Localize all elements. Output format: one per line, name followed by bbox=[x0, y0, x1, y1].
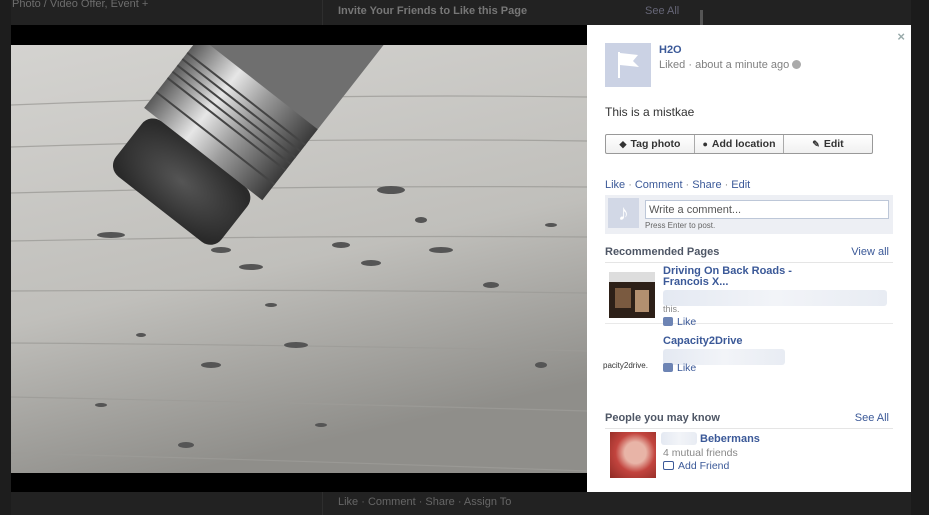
comment-input[interactable] bbox=[645, 200, 889, 219]
background-invite-title: Invite Your Friends to Like this Page bbox=[338, 5, 528, 17]
recommended-page-item: pacity2drive. Capacity2Drive Like bbox=[603, 331, 893, 391]
recommended-pages-header: Recommended Pages View all bbox=[605, 246, 893, 263]
recommended-page-item: Driving On Back Roads - Francois X... th… bbox=[605, 264, 893, 328]
music-note-icon: ♪ bbox=[608, 198, 639, 228]
recommended-pages-title: Recommended Pages bbox=[605, 246, 720, 258]
background-post-links: Like · Comment · Share · Assign To bbox=[338, 496, 512, 508]
photo-stage[interactable] bbox=[11, 25, 587, 492]
view-all-link[interactable]: View all bbox=[851, 246, 889, 258]
flag-icon bbox=[605, 43, 651, 87]
separator: · bbox=[628, 179, 632, 191]
add-friend-icon bbox=[663, 461, 674, 470]
edit-label: Edit bbox=[823, 138, 844, 150]
like-page-label: Like bbox=[677, 362, 697, 374]
photo-ufi-links: Like · Comment · Share · Edit bbox=[605, 179, 750, 191]
close-icon[interactable]: × bbox=[897, 29, 905, 44]
edit-link[interactable]: Edit bbox=[731, 179, 750, 191]
people-you-may-know-title: People you may know bbox=[605, 412, 720, 424]
edit-button[interactable]: ✎ Edit bbox=[784, 135, 872, 153]
separator: · bbox=[724, 179, 729, 191]
tag-photo-button[interactable]: ◆ Tag photo bbox=[606, 135, 695, 153]
album-cover-image bbox=[609, 272, 655, 318]
tag-photo-label: Tag photo bbox=[630, 138, 681, 150]
blurred-name bbox=[661, 432, 697, 445]
add-friend-label: Add Friend bbox=[678, 460, 730, 472]
like-page-label: Like bbox=[677, 316, 697, 328]
thumbnail-text: pacity2drive. bbox=[603, 361, 648, 370]
photo-owner: H2O Liked · about a minute ago bbox=[605, 43, 895, 89]
add-location-label: Add location bbox=[711, 138, 776, 150]
background-composer-tabs: Photo / Video Offer, Event + bbox=[12, 0, 149, 10]
background-left-strip bbox=[0, 0, 11, 515]
owner-name-link[interactable]: H2O bbox=[659, 44, 682, 56]
recommended-page-name[interactable]: Capacity2Drive bbox=[663, 336, 833, 347]
location-pin-icon: ● bbox=[702, 139, 708, 149]
thumbs-up-icon bbox=[663, 317, 673, 326]
thumbs-up-icon bbox=[663, 363, 673, 372]
photo-actions-bar: ◆ Tag photo ● Add location ✎ Edit bbox=[605, 134, 873, 154]
add-location-button[interactable]: ● Add location bbox=[695, 135, 784, 153]
photo-info-panel: × H2O Liked · about a minute ago This is… bbox=[587, 25, 911, 492]
background-right-strip bbox=[911, 0, 929, 515]
see-all-link[interactable]: See All bbox=[855, 412, 889, 424]
recommended-page-name[interactable]: Driving On Back Roads - Francois X... bbox=[663, 266, 833, 288]
share-link[interactable]: Share bbox=[692, 179, 721, 191]
comment-link[interactable]: Comment bbox=[635, 179, 683, 191]
person-name-link[interactable]: Bebermans bbox=[700, 433, 760, 445]
comment-hint: Press Enter to post. bbox=[645, 221, 716, 230]
photo-caption: This is a mistkae bbox=[605, 105, 695, 119]
like-page-button[interactable]: Like bbox=[663, 316, 696, 328]
page-flag-avatar[interactable] bbox=[605, 43, 651, 87]
recommended-page-snippet: this. bbox=[663, 304, 680, 314]
tag-icon: ◆ bbox=[619, 138, 627, 149]
people-you-may-know-header: People you may know See All bbox=[605, 412, 893, 429]
like-link[interactable]: Like bbox=[605, 179, 625, 191]
separator: · bbox=[685, 179, 690, 191]
pencil-icon: ✎ bbox=[812, 138, 820, 149]
globe-icon bbox=[792, 60, 802, 69]
mutual-friends-text: 4 mutual friends bbox=[663, 447, 738, 459]
blurred-text bbox=[663, 290, 887, 306]
page-thumbnail[interactable] bbox=[609, 272, 655, 318]
owner-meta-text: Liked · about a minute ago bbox=[659, 59, 790, 71]
background-see-all: See All bbox=[645, 5, 680, 17]
comment-composer: ♪ Press Enter to post. bbox=[605, 195, 893, 234]
page-thumbnail[interactable]: pacity2drive. bbox=[603, 337, 655, 383]
like-page-button[interactable]: Like bbox=[663, 362, 696, 374]
owner-meta: Liked · about a minute ago bbox=[659, 59, 802, 71]
add-friend-button[interactable]: Add Friend bbox=[663, 460, 729, 472]
person-avatar[interactable] bbox=[610, 432, 656, 478]
photo-image bbox=[11, 45, 587, 473]
